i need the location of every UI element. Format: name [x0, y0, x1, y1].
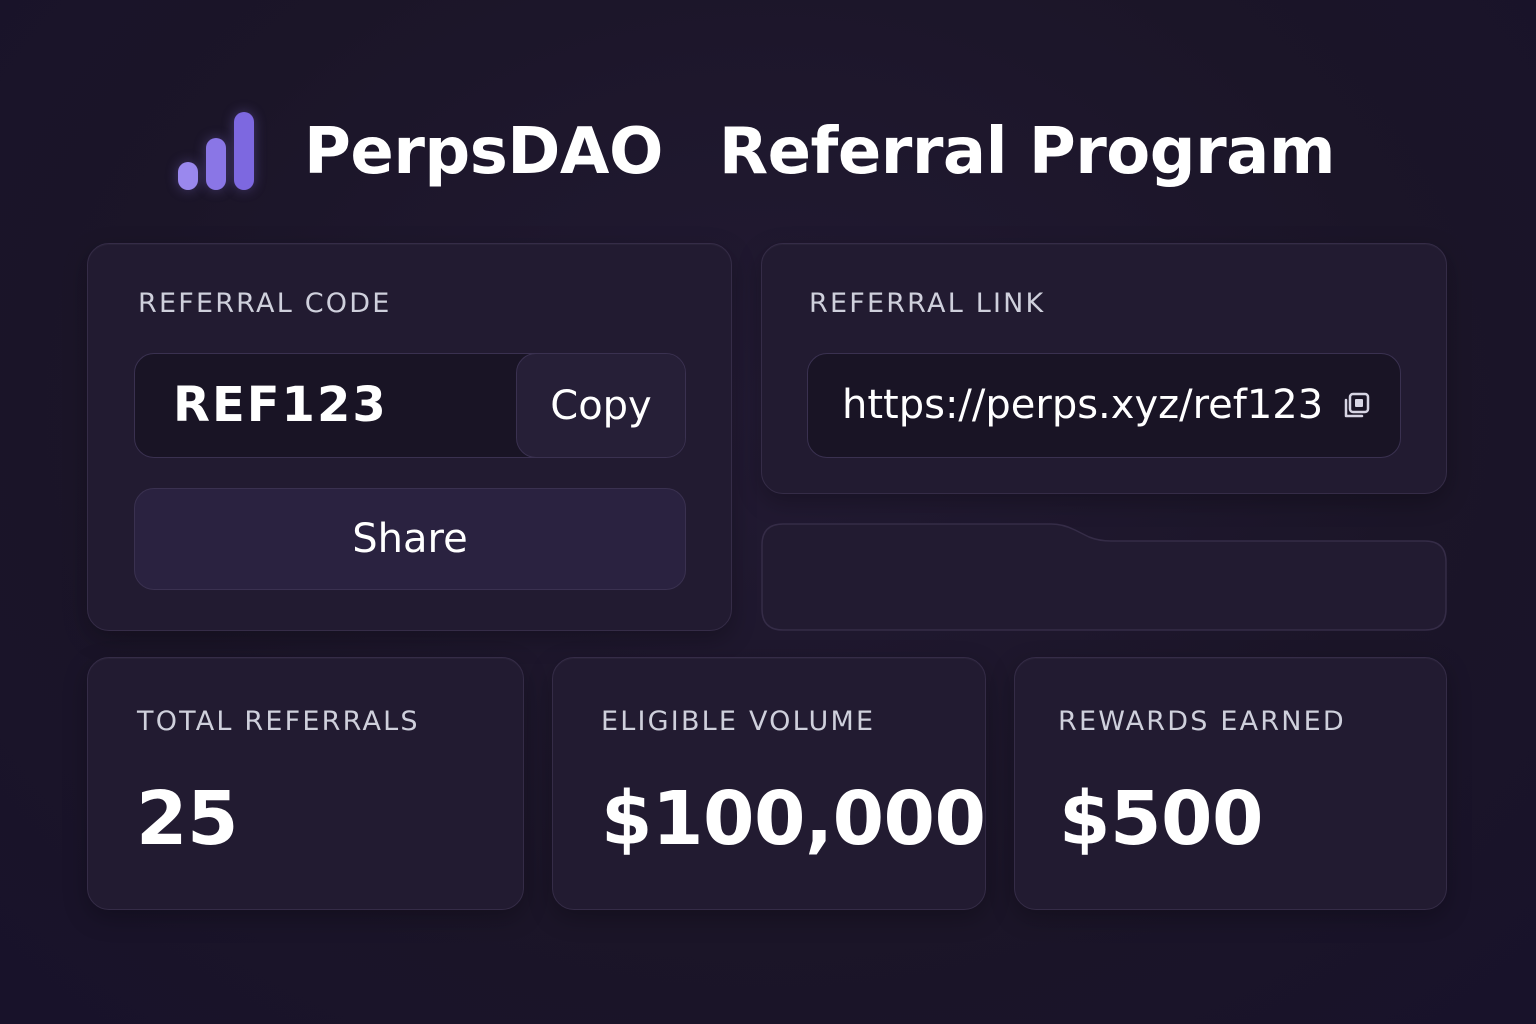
- referral-code-label: REFERRAL CODE: [138, 288, 392, 319]
- logo-bar-large: [234, 112, 254, 190]
- logo-bar-medium: [206, 138, 226, 190]
- share-button[interactable]: Share: [134, 488, 686, 590]
- referral-link-field[interactable]: https://perps.xyz/ref123: [807, 353, 1401, 458]
- stat-value: 25: [136, 776, 238, 862]
- referral-code-value: REF123: [173, 377, 388, 433]
- stat-card-total-referrals: TOTAL REFERRALS 25: [87, 657, 524, 910]
- referral-page: PerpsDAO Referral Program REFERRAL CODE …: [0, 0, 1536, 1024]
- referral-link-label: REFERRAL LINK: [809, 288, 1046, 319]
- referral-code-field[interactable]: REF123 Copy: [134, 353, 686, 458]
- referral-link-card: REFERRAL LINK https://perps.xyz/ref123: [761, 243, 1447, 494]
- stat-card-rewards-earned: REWARDS EARNED $500: [1014, 657, 1447, 910]
- stat-card-eligible-volume: ELIGIBLE VOLUME $100,000: [552, 657, 986, 910]
- stat-label: ELIGIBLE VOLUME: [601, 706, 876, 737]
- page-header: PerpsDAO Referral Program: [176, 104, 1336, 200]
- referral-link-value: https://perps.xyz/ref123: [842, 382, 1324, 428]
- logo-bar-small: [178, 162, 198, 190]
- copy-code-button[interactable]: Copy: [516, 354, 685, 457]
- referral-code-card: REFERRAL CODE REF123 Copy Share: [87, 243, 732, 631]
- stat-label: REWARDS EARNED: [1058, 706, 1346, 737]
- stat-label: TOTAL REFERRALS: [137, 706, 420, 737]
- page-title: Referral Program: [718, 115, 1336, 189]
- stat-value: $100,000: [601, 776, 986, 862]
- brand-name: PerpsDAO: [304, 115, 663, 189]
- stat-value: $500: [1059, 776, 1263, 862]
- copy-icon[interactable]: [1340, 390, 1372, 422]
- empty-panel: [761, 523, 1447, 631]
- bar-chart-icon: [176, 112, 256, 192]
